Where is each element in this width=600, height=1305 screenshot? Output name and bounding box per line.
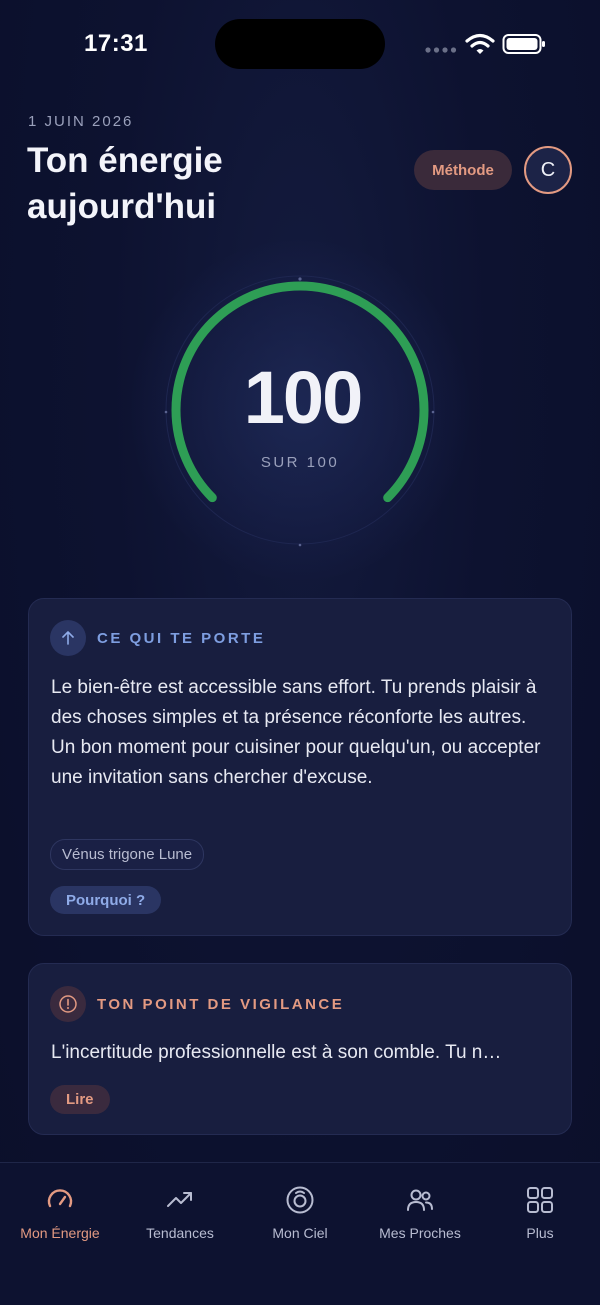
read-button[interactable]: Lire <box>50 1085 110 1114</box>
tab-label: Plus <box>526 1225 554 1241</box>
gauge-tick-bottom <box>298 543 302 547</box>
tab-mes-proches[interactable]: Mes Proches <box>360 1163 480 1263</box>
support-card-heading: CE QUI TE PORTE <box>97 630 266 647</box>
wifi-icon <box>465 33 495 54</box>
method-button[interactable]: Méthode <box>414 150 512 190</box>
vigilance-card[interactable]: TON POINT DE VIGILANCE L'incertitude pro… <box>28 963 572 1135</box>
alert-circle-icon <box>50 986 86 1022</box>
support-card-text: Le bien-être est accessible sans effort.… <box>51 677 541 788</box>
support-card: CE QUI TE PORTE Le bien-être est accessi… <box>28 598 572 936</box>
status-time: 17:31 <box>84 30 148 57</box>
header-date: 1 JUIN 2026 <box>28 113 134 130</box>
tab-label: Mes Proches <box>379 1225 461 1241</box>
sky-icon <box>286 1186 314 1214</box>
trending-up-icon <box>167 1192 192 1207</box>
page-title: Ton énergie aujourd'hui <box>27 141 223 226</box>
why-button[interactable]: Pourquoi ? <box>50 886 162 914</box>
avatar[interactable]: C <box>524 146 572 194</box>
dynamic-island <box>215 19 385 69</box>
tab-plus[interactable]: Plus <box>480 1163 600 1263</box>
vigilance-card-heading: TON POINT DE VIGILANCE <box>97 996 345 1013</box>
tab-mon-ciel[interactable]: Mon Ciel <box>240 1163 360 1263</box>
battery-icon <box>502 34 545 54</box>
gauge-subtitle: SUR 100 <box>260 454 340 471</box>
signal-icon <box>425 47 457 53</box>
tab-tendances[interactable]: Tendances <box>120 1163 240 1263</box>
screen: 17:31 1 JUIN 2026 Ton énergie aujourd'hu… <box>0 0 600 1305</box>
gauge-icon <box>47 1189 73 1208</box>
vigilance-card-text: L'incertitude professionnelle est à son … <box>51 1042 502 1063</box>
status-bar: 17:31 <box>0 0 600 90</box>
grid-icon <box>527 1187 553 1213</box>
tab-label: Mon Énergie <box>20 1225 100 1241</box>
tab-mon-energie[interactable]: Mon Énergie <box>0 1163 120 1263</box>
arrow-up-icon <box>50 620 86 656</box>
aspect-tag: Vénus trigone Lune <box>50 839 205 870</box>
gauge-tick-top <box>298 277 302 281</box>
tab-label: Mon Ciel <box>272 1225 328 1241</box>
users-icon <box>407 1189 433 1211</box>
tab-bar: Mon Énergie Tendances Mon Ciel Mes Proch… <box>0 1162 600 1305</box>
tab-label: Tendances <box>146 1225 214 1241</box>
gauge-value: 100 <box>243 356 363 439</box>
